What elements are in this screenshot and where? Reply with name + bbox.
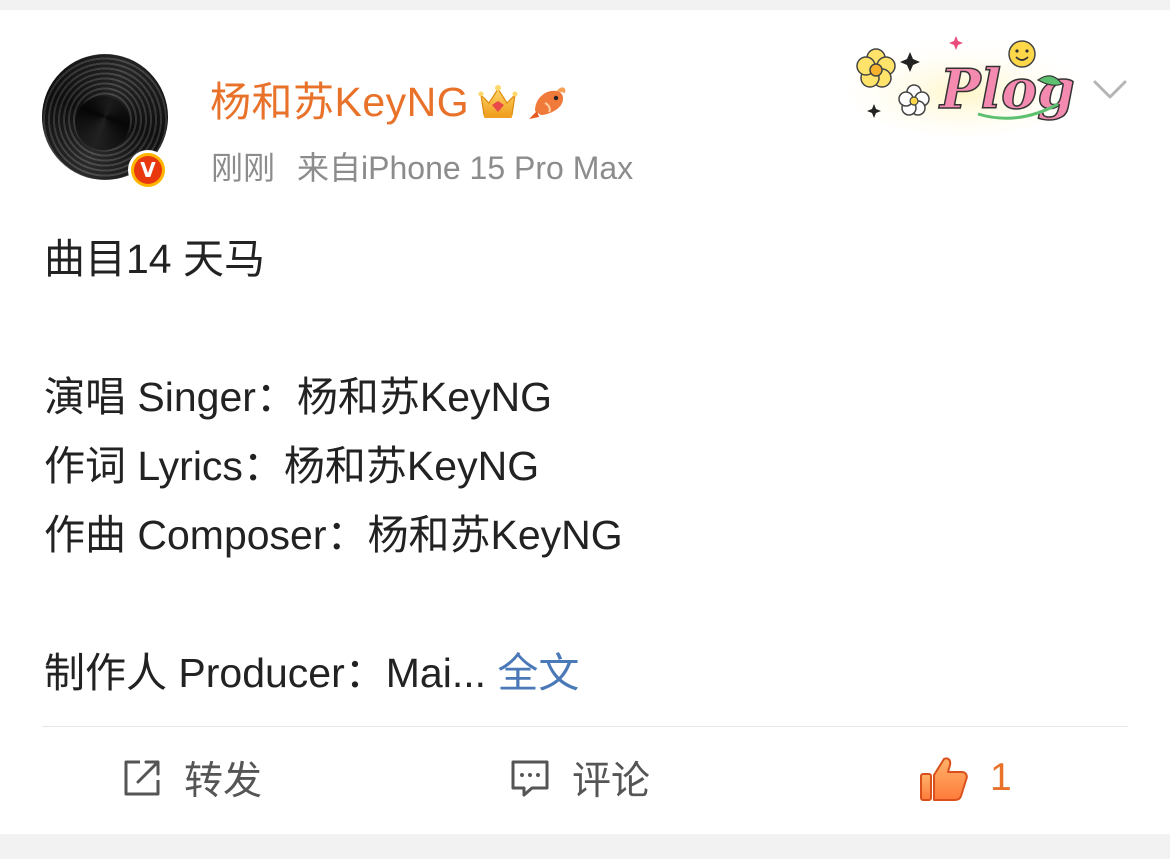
thumbs-up-icon [920, 757, 968, 801]
like-button[interactable]: 1 [918, 748, 1012, 808]
weibo-post-card: V 杨和苏KeyNG 刚刚 来自iPhone 15 Pro Max Plog 曲… [0, 10, 1170, 834]
full-text-link[interactable]: 全文 [497, 650, 579, 696]
content-line-producer: 制作人 Producer：Mai... 全文 [44, 639, 623, 708]
author-row: 杨和苏KeyNG [210, 72, 569, 132]
divider [42, 726, 1128, 727]
chevron-down-icon[interactable] [1092, 74, 1128, 104]
crown-icon [478, 85, 518, 118]
repost-button[interactable]: 转发 [120, 748, 262, 808]
content-line-singer: 演唱 Singer：杨和苏KeyNG [44, 374, 553, 420]
comment-label: 评论 [572, 760, 651, 803]
content-line-composer: 作曲 Composer：杨和苏KeyNG [44, 512, 623, 558]
author-name[interactable]: 杨和苏KeyNG [210, 72, 469, 132]
like-count: 1 [990, 756, 1012, 799]
plog-sticker-text: Plog [938, 57, 1075, 121]
content-line-track: 曲目14 天马 [44, 236, 265, 282]
post-source: 来自iPhone 15 Pro Max [297, 150, 634, 186]
post-meta: 刚刚 来自iPhone 15 Pro Max [211, 146, 633, 190]
post-content: 曲目14 天马 演唱 Singer：杨和苏KeyNG 作词 Lyrics：杨和苏… [44, 225, 623, 708]
comment-button[interactable]: 评论 [508, 748, 650, 808]
repost-label: 转发 [184, 760, 263, 803]
fish-icon [529, 87, 566, 119]
comment-icon [511, 760, 549, 797]
plog-sticker: Plog [845, 36, 1078, 136]
repost-icon [124, 760, 160, 796]
producer-text: 制作人 Producer：Mai... [44, 650, 486, 696]
verified-v-badge-icon: V [128, 150, 168, 190]
content-line-lyrics: 作词 Lyrics：杨和苏KeyNG [44, 443, 540, 489]
post-time: 刚刚 [211, 150, 276, 186]
